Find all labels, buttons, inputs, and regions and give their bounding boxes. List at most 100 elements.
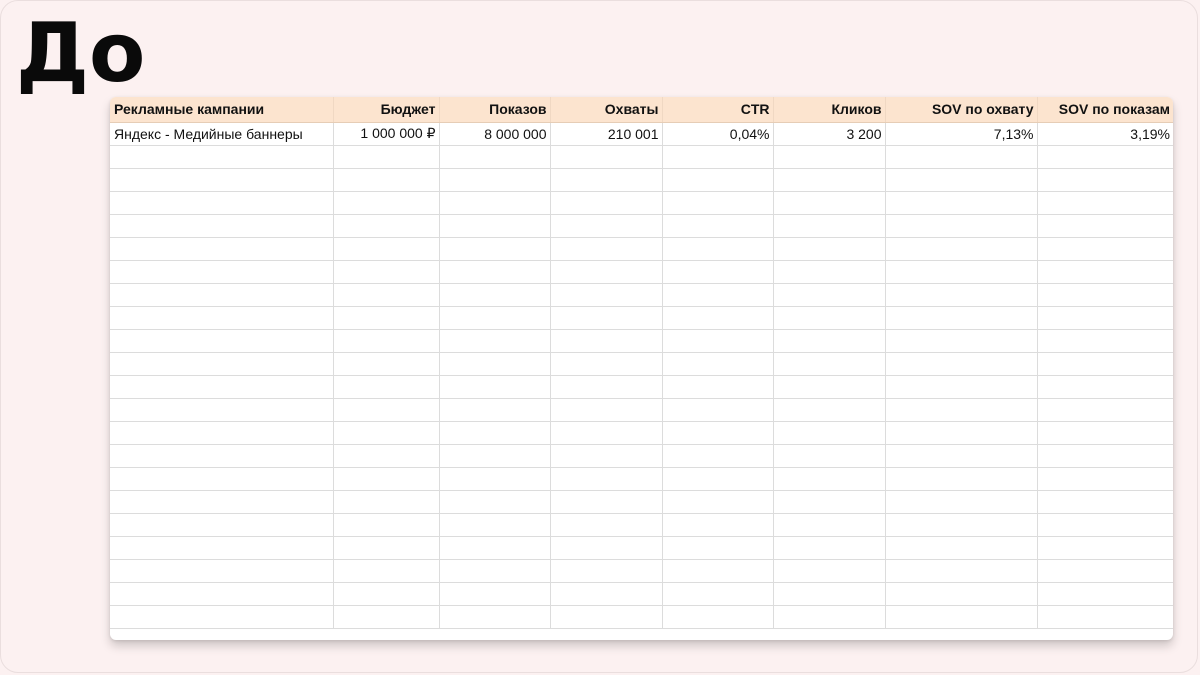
empty-cell[interactable] xyxy=(110,444,334,468)
empty-cell[interactable] xyxy=(662,145,774,169)
empty-cell[interactable] xyxy=(550,467,663,491)
cell-impressions[interactable]: 8 000 000 xyxy=(439,122,551,146)
empty-cell[interactable] xyxy=(550,260,663,284)
empty-cell[interactable] xyxy=(773,375,886,399)
empty-cell[interactable] xyxy=(439,490,551,514)
empty-cell[interactable] xyxy=(439,582,551,606)
empty-cell[interactable] xyxy=(333,490,440,514)
empty-cell[interactable] xyxy=(439,214,551,238)
empty-cell[interactable] xyxy=(110,490,334,514)
column-header-sov-reach[interactable]: SOV по охвату xyxy=(885,97,1038,123)
empty-cell[interactable] xyxy=(550,605,663,629)
empty-cell[interactable] xyxy=(885,352,1038,376)
empty-cell[interactable] xyxy=(110,582,334,606)
empty-cell[interactable] xyxy=(1037,329,1173,353)
empty-cell[interactable] xyxy=(662,352,774,376)
empty-cell[interactable] xyxy=(1037,398,1173,422)
empty-cell[interactable] xyxy=(439,237,551,261)
column-header-sov-impressions[interactable]: SOV по показам xyxy=(1037,97,1173,123)
empty-cell[interactable] xyxy=(439,536,551,560)
empty-cell[interactable] xyxy=(885,168,1038,192)
empty-cell[interactable] xyxy=(1037,260,1173,284)
empty-cell[interactable] xyxy=(662,444,774,468)
empty-cell[interactable] xyxy=(439,398,551,422)
empty-cell[interactable] xyxy=(885,398,1038,422)
empty-cell[interactable] xyxy=(662,490,774,514)
empty-cell[interactable] xyxy=(550,237,663,261)
empty-cell[interactable] xyxy=(110,398,334,422)
empty-cell[interactable] xyxy=(1037,421,1173,445)
empty-cell[interactable] xyxy=(333,559,440,583)
empty-cell[interactable] xyxy=(110,375,334,399)
column-header-impressions[interactable]: Показов xyxy=(439,97,551,123)
cell-ctr[interactable]: 0,04% xyxy=(662,122,774,146)
empty-cell[interactable] xyxy=(662,605,774,629)
cell-sov-reach[interactable]: 7,13% xyxy=(885,122,1038,146)
cell-reach[interactable]: 210 001 xyxy=(550,122,663,146)
empty-cell[interactable] xyxy=(1037,191,1173,215)
empty-cell[interactable] xyxy=(550,559,663,583)
empty-cell[interactable] xyxy=(1037,605,1173,629)
empty-cell[interactable] xyxy=(773,260,886,284)
empty-cell[interactable] xyxy=(885,145,1038,169)
empty-cell[interactable] xyxy=(439,191,551,215)
empty-cell[interactable] xyxy=(885,214,1038,238)
empty-cell[interactable] xyxy=(550,582,663,606)
empty-cell[interactable] xyxy=(333,398,440,422)
empty-cell[interactable] xyxy=(333,605,440,629)
empty-cell[interactable] xyxy=(333,467,440,491)
empty-cell[interactable] xyxy=(1037,513,1173,537)
empty-cell[interactable] xyxy=(439,513,551,537)
column-header-budget[interactable]: Бюджет xyxy=(333,97,440,123)
empty-cell[interactable] xyxy=(439,375,551,399)
empty-cell[interactable] xyxy=(110,191,334,215)
empty-cell[interactable] xyxy=(550,444,663,468)
empty-cell[interactable] xyxy=(1037,168,1173,192)
empty-cell[interactable] xyxy=(1037,237,1173,261)
empty-cell[interactable] xyxy=(110,513,334,537)
empty-cell[interactable] xyxy=(110,168,334,192)
empty-cell[interactable] xyxy=(662,191,774,215)
empty-cell[interactable] xyxy=(773,306,886,330)
column-header-clicks[interactable]: Кликов xyxy=(773,97,886,123)
empty-cell[interactable] xyxy=(550,145,663,169)
empty-cell[interactable] xyxy=(885,559,1038,583)
empty-cell[interactable] xyxy=(550,490,663,514)
column-header-ctr[interactable]: CTR xyxy=(662,97,774,123)
empty-cell[interactable] xyxy=(662,283,774,307)
empty-cell[interactable] xyxy=(885,375,1038,399)
column-header-reach[interactable]: Охваты xyxy=(550,97,663,123)
empty-cell[interactable] xyxy=(439,559,551,583)
empty-cell[interactable] xyxy=(662,237,774,261)
empty-cell[interactable] xyxy=(662,398,774,422)
empty-cell[interactable] xyxy=(773,467,886,491)
empty-cell[interactable] xyxy=(333,421,440,445)
empty-cell[interactable] xyxy=(885,467,1038,491)
empty-cell[interactable] xyxy=(885,306,1038,330)
empty-cell[interactable] xyxy=(110,237,334,261)
empty-cell[interactable] xyxy=(885,191,1038,215)
empty-cell[interactable] xyxy=(885,283,1038,307)
empty-cell[interactable] xyxy=(550,306,663,330)
empty-cell[interactable] xyxy=(550,375,663,399)
empty-cell[interactable] xyxy=(1037,467,1173,491)
empty-cell[interactable] xyxy=(333,260,440,284)
empty-cell[interactable] xyxy=(333,214,440,238)
cell-clicks[interactable]: 3 200 xyxy=(773,122,886,146)
empty-cell[interactable] xyxy=(1037,444,1173,468)
empty-cell[interactable] xyxy=(550,168,663,192)
empty-cell[interactable] xyxy=(333,513,440,537)
empty-cell[interactable] xyxy=(662,168,774,192)
empty-cell[interactable] xyxy=(439,352,551,376)
empty-cell[interactable] xyxy=(773,283,886,307)
empty-cell[interactable] xyxy=(550,191,663,215)
empty-cell[interactable] xyxy=(662,536,774,560)
empty-cell[interactable] xyxy=(439,444,551,468)
empty-cell[interactable] xyxy=(885,513,1038,537)
empty-cell[interactable] xyxy=(1037,306,1173,330)
empty-cell[interactable] xyxy=(439,605,551,629)
empty-cell[interactable] xyxy=(550,398,663,422)
empty-cell[interactable] xyxy=(1037,490,1173,514)
empty-cell[interactable] xyxy=(439,421,551,445)
empty-cell[interactable] xyxy=(885,582,1038,606)
